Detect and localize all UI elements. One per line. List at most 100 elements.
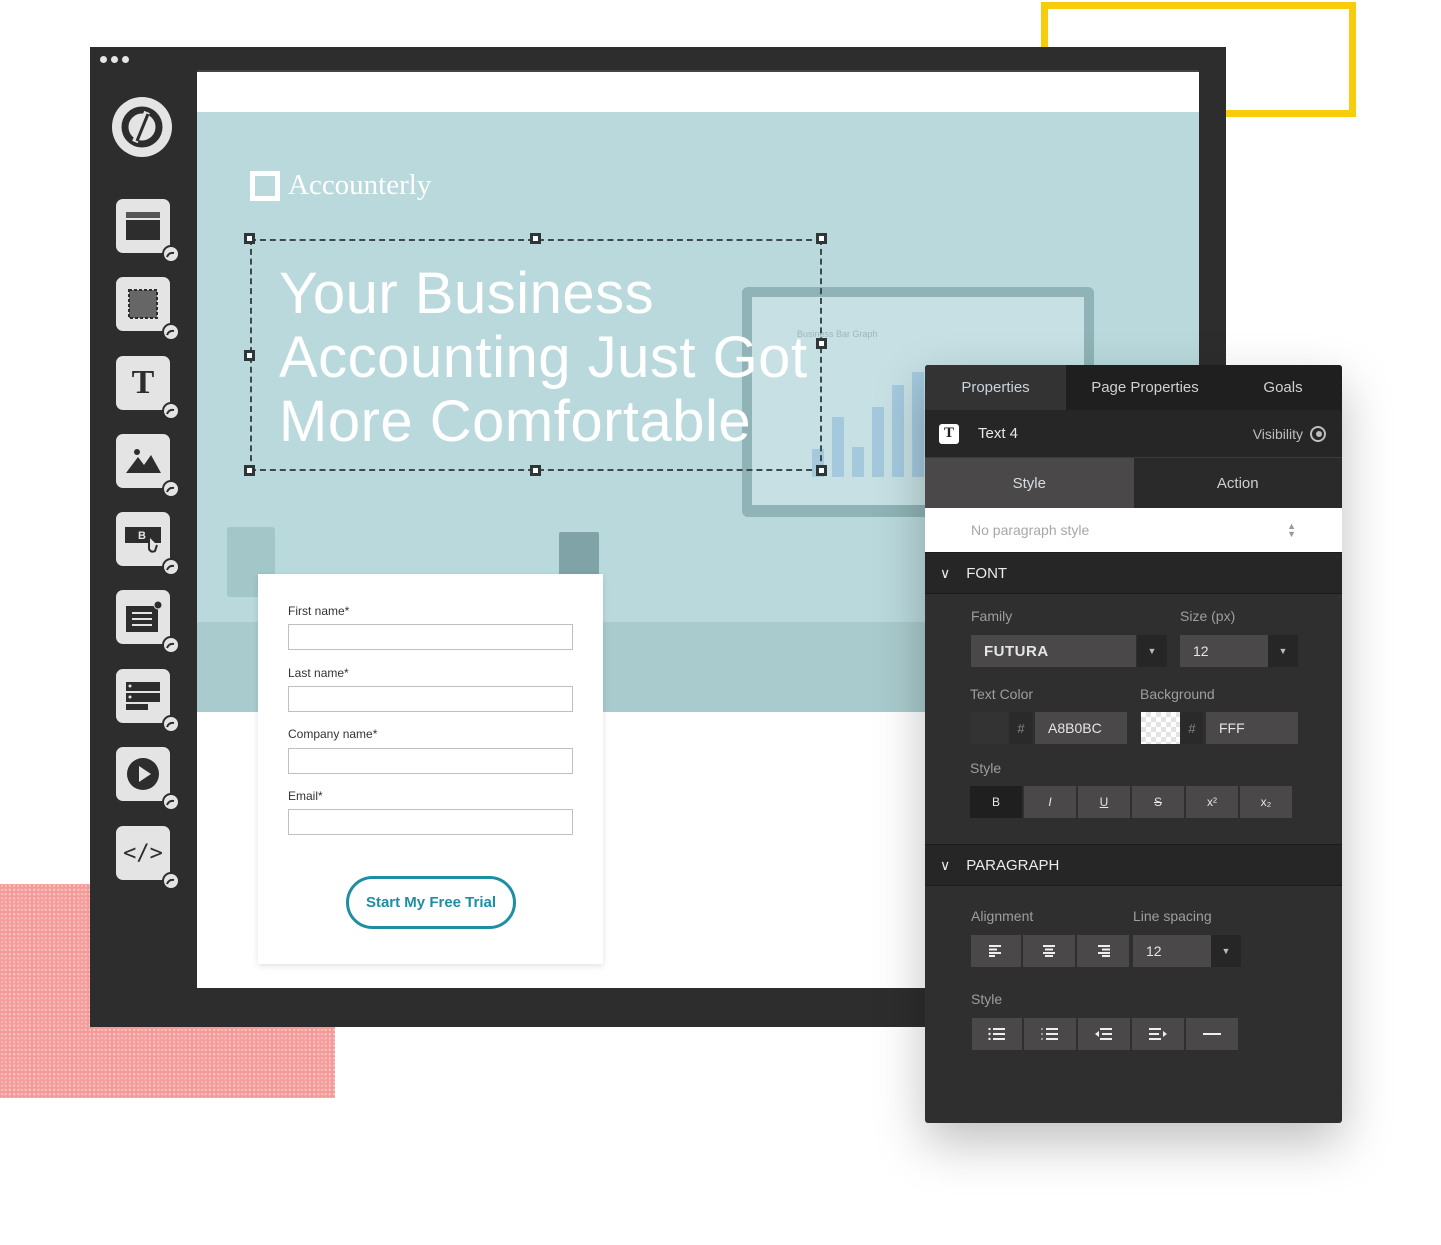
outdent-button[interactable] bbox=[1078, 1018, 1130, 1050]
text-block-icon[interactable]: T bbox=[116, 356, 180, 420]
chevron-down-icon: ∨ bbox=[940, 564, 951, 581]
last-name-label: Last name* bbox=[288, 666, 349, 680]
indent-icon bbox=[1149, 1028, 1167, 1040]
font-size-dropdown-icon[interactable]: ▼ bbox=[1268, 635, 1298, 667]
resize-handle-top-left[interactable] bbox=[244, 233, 255, 244]
resize-handle-bottom[interactable] bbox=[530, 465, 541, 476]
numbered-list-icon bbox=[1041, 1028, 1058, 1040]
superscript-button[interactable]: x² bbox=[1186, 786, 1238, 818]
brand-logo[interactable]: Accounterly bbox=[250, 169, 431, 202]
align-right-button[interactable] bbox=[1077, 935, 1129, 967]
window-dots bbox=[100, 56, 129, 63]
background-color-swatch[interactable] bbox=[1141, 712, 1180, 744]
text-color-label: Text Color bbox=[970, 686, 1034, 702]
brand-square-icon bbox=[250, 170, 280, 201]
strikethrough-button[interactable]: S bbox=[1132, 786, 1184, 818]
resize-handle-bottom-left[interactable] bbox=[244, 465, 255, 476]
hash-symbol: # bbox=[1010, 712, 1032, 744]
tab-goals[interactable]: Goals bbox=[1224, 365, 1342, 410]
lightbox-block-icon[interactable] bbox=[116, 590, 180, 654]
line-spacing-input[interactable]: 12 bbox=[1133, 935, 1211, 967]
horizontal-rule-button[interactable] bbox=[1186, 1018, 1238, 1050]
font-style-buttons: B I U S x² x₂ bbox=[970, 786, 1292, 818]
indent-button[interactable] bbox=[1132, 1018, 1184, 1050]
horizontal-rule-icon bbox=[1203, 1033, 1221, 1035]
unbounce-logo-icon[interactable] bbox=[112, 97, 172, 157]
selection-box[interactable] bbox=[250, 239, 822, 471]
form-block-icon[interactable] bbox=[116, 669, 180, 733]
drag-badge-icon bbox=[162, 323, 180, 341]
background-color-input[interactable]: FFF bbox=[1206, 712, 1298, 744]
resize-handle-top[interactable] bbox=[530, 233, 541, 244]
company-name-input[interactable] bbox=[288, 748, 573, 774]
image-block-icon[interactable] bbox=[116, 434, 180, 498]
selected-element-row: T Text 4 Visibility bbox=[925, 410, 1342, 458]
brand-name: Accounterly bbox=[288, 169, 432, 201]
align-left-button[interactable] bbox=[971, 935, 1021, 967]
visibility-label: Visibility bbox=[1252, 425, 1303, 442]
properties-panel: Properties Page Properties Goals T Text … bbox=[925, 365, 1342, 1123]
font-size-input[interactable]: 12 bbox=[1180, 635, 1268, 667]
bullet-list-button[interactable] bbox=[972, 1018, 1022, 1050]
alignment-label: Alignment bbox=[971, 908, 1034, 924]
line-spacing-dropdown-icon[interactable]: ▼ bbox=[1211, 935, 1241, 967]
subscript-button[interactable]: x₂ bbox=[1240, 786, 1292, 818]
italic-button[interactable]: I bbox=[1024, 786, 1076, 818]
style-action-tabs: Style Action bbox=[925, 458, 1342, 508]
tab-action[interactable]: Action bbox=[1133, 458, 1342, 508]
text-color-input[interactable]: A8B0BC bbox=[1035, 712, 1127, 744]
section-block-icon[interactable] bbox=[116, 199, 180, 263]
resize-handle-bottom-right[interactable] bbox=[816, 465, 827, 476]
drag-badge-icon bbox=[162, 636, 180, 654]
numbered-list-button[interactable] bbox=[1024, 1018, 1076, 1050]
drag-badge-icon bbox=[162, 245, 180, 263]
email-label: Email* bbox=[288, 789, 323, 803]
font-section-header[interactable]: ∨ FONT bbox=[925, 552, 1342, 594]
updown-arrows-icon: ▲ ▼ bbox=[1287, 521, 1296, 539]
paragraph-section-header[interactable]: ∨ PARAGRAPH bbox=[925, 844, 1342, 886]
underline-button[interactable]: U bbox=[1078, 786, 1130, 818]
tab-page-properties[interactable]: Page Properties bbox=[1066, 365, 1224, 410]
tab-style[interactable]: Style bbox=[925, 458, 1134, 508]
resize-handle-left[interactable] bbox=[244, 350, 255, 361]
email-input[interactable] bbox=[288, 809, 573, 835]
resize-handle-right[interactable] bbox=[816, 338, 827, 349]
code-block-icon[interactable]: </> bbox=[116, 826, 180, 890]
visibility-toggle[interactable]: Visibility bbox=[1252, 425, 1328, 442]
background-label: Background bbox=[1140, 686, 1215, 702]
text-color-swatch[interactable] bbox=[970, 712, 1008, 744]
video-block-icon[interactable] bbox=[116, 747, 180, 811]
bold-button[interactable]: B bbox=[970, 786, 1022, 818]
panel-tabs: Properties Page Properties Goals bbox=[925, 365, 1342, 410]
align-center-button[interactable] bbox=[1023, 935, 1075, 967]
align-center-icon bbox=[1043, 945, 1055, 957]
paragraph-section-title: PARAGRAPH bbox=[966, 856, 1060, 874]
company-name-label: Company name* bbox=[288, 727, 378, 741]
font-style-label: Style bbox=[970, 760, 1002, 776]
family-label: Family bbox=[971, 608, 1013, 624]
drag-badge-icon bbox=[162, 480, 180, 498]
font-family-dropdown-icon[interactable]: ▼ bbox=[1137, 635, 1167, 667]
first-name-input[interactable] bbox=[288, 624, 573, 650]
size-label: Size (px) bbox=[1180, 608, 1236, 624]
drag-badge-icon bbox=[162, 872, 180, 890]
chevron-down-icon: ∨ bbox=[940, 856, 951, 873]
last-name-input[interactable] bbox=[288, 686, 573, 712]
drag-badge-icon bbox=[162, 793, 180, 811]
paragraph-style-label: Style bbox=[971, 991, 1003, 1007]
paragraph-section-body: Alignment Line spacing 12 ▼ Style bbox=[925, 886, 1342, 1123]
font-section-title: FONT bbox=[966, 564, 1008, 582]
paragraph-style-select[interactable]: No paragraph style ▲ ▼ bbox=[925, 508, 1342, 552]
start-free-trial-button[interactable]: Start My Free Trial bbox=[346, 876, 516, 929]
text-element-icon: T bbox=[939, 423, 959, 444]
button-block-icon[interactable]: B bbox=[116, 512, 180, 576]
signup-form: First name* Last name* Company name* Ema… bbox=[258, 574, 603, 964]
font-family-select[interactable]: FUTURA bbox=[971, 635, 1136, 667]
outdent-icon bbox=[1095, 1028, 1112, 1040]
list-style-buttons bbox=[972, 1018, 1238, 1050]
hash-symbol: # bbox=[1181, 712, 1203, 744]
resize-handle-top-right[interactable] bbox=[816, 233, 827, 244]
box-block-icon[interactable] bbox=[116, 277, 180, 341]
element-name: Text 4 bbox=[978, 425, 1019, 442]
tab-properties[interactable]: Properties bbox=[925, 365, 1066, 410]
